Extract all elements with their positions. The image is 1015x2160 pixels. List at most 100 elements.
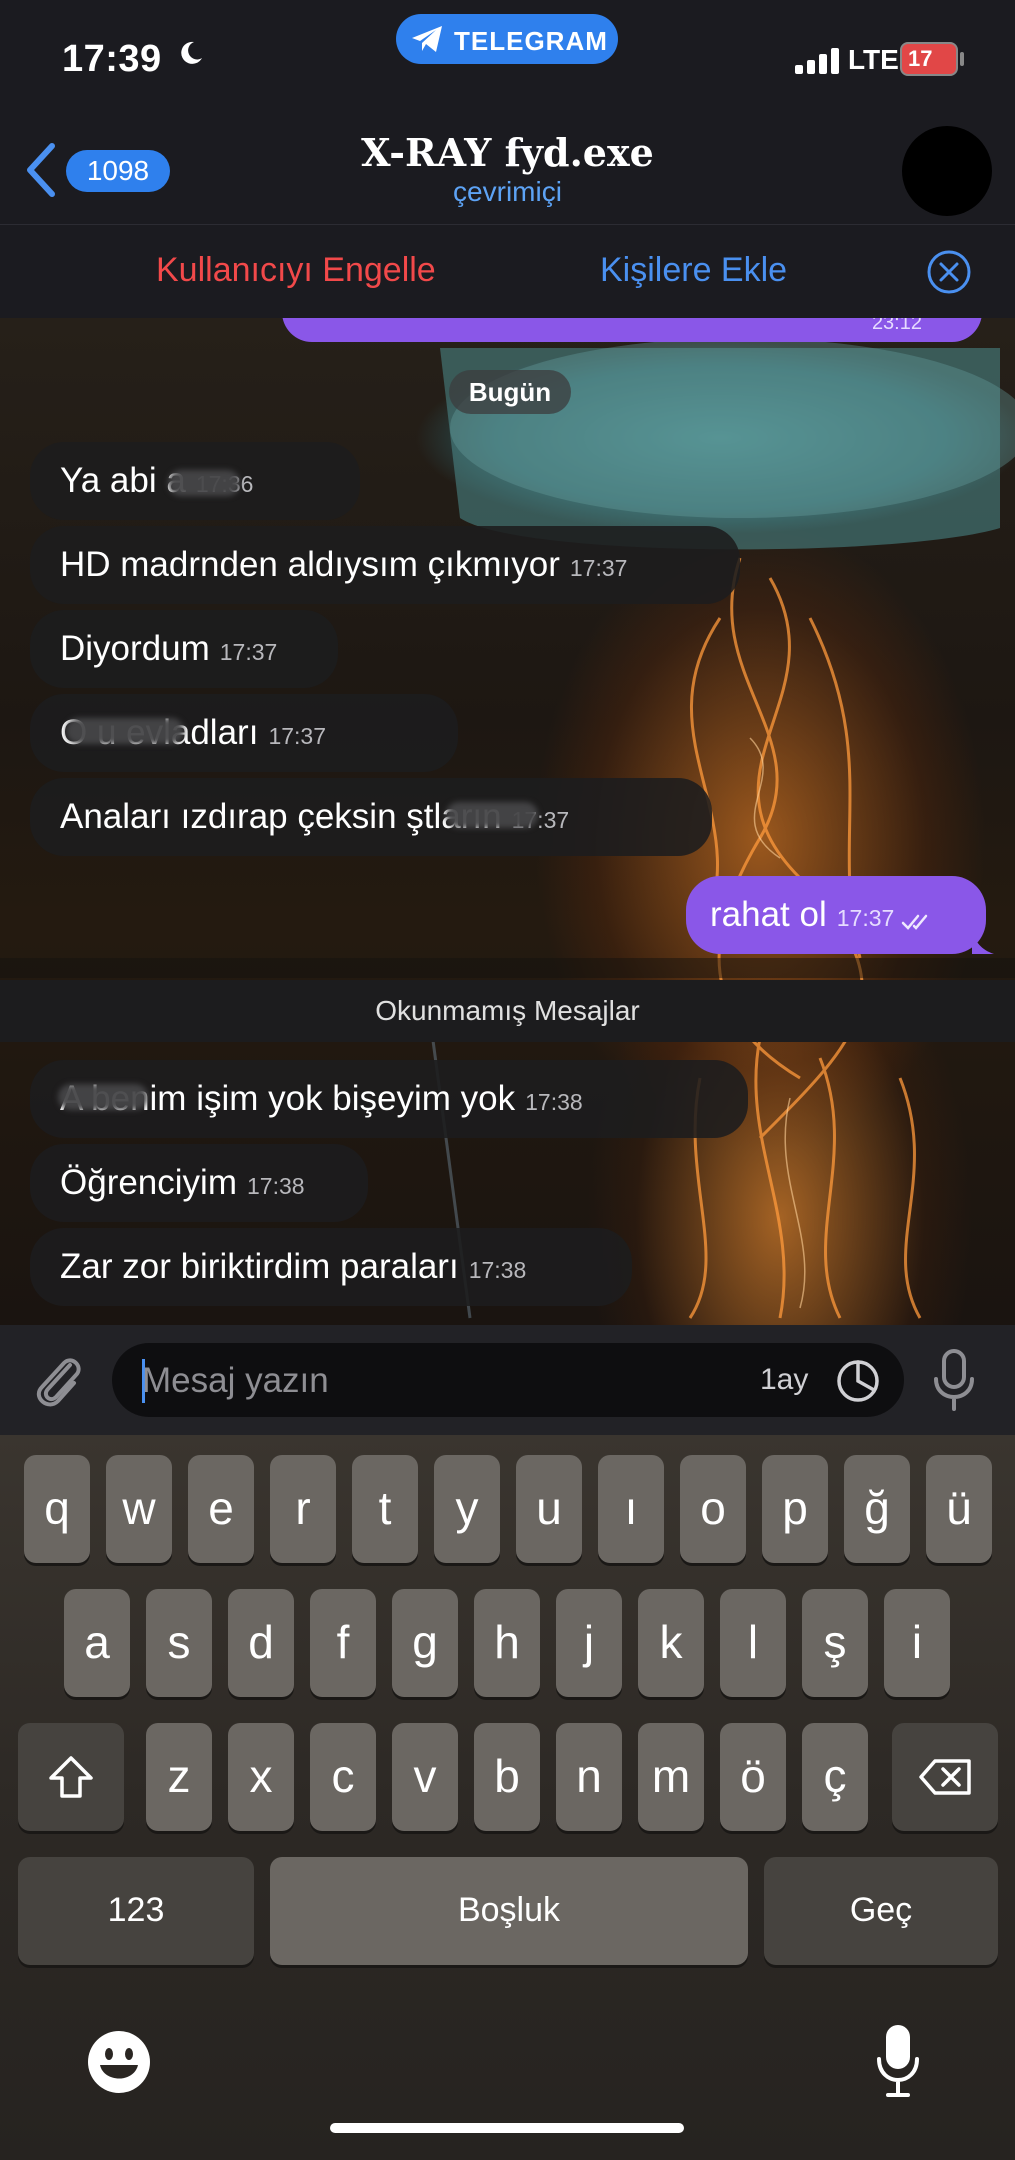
key-g-breve[interactable]: ğ <box>844 1455 910 1563</box>
network-type: LTE <box>848 44 899 75</box>
unread-messages-separator: Okunmamış Mesajlar <box>0 980 1015 1042</box>
message-text: HD madrnden aldıysım çıkmıyor <box>60 545 560 584</box>
message-text: rahat ol <box>710 895 827 934</box>
redaction-blur <box>168 470 240 496</box>
key-k[interactable]: k <box>638 1589 704 1697</box>
incoming-message[interactable]: Zar zor biriktirdim paraları 17:38 <box>30 1228 632 1306</box>
key-s-cedilla[interactable]: ş <box>802 1589 868 1697</box>
key-p[interactable]: p <box>762 1455 828 1563</box>
close-icon[interactable] <box>926 249 972 295</box>
backspace-icon <box>919 1759 971 1795</box>
key-m[interactable]: m <box>638 1723 704 1831</box>
key-o-umlaut[interactable]: ö <box>720 1723 786 1831</box>
key-l[interactable]: l <box>720 1589 786 1697</box>
microphone-icon[interactable] <box>930 1347 978 1413</box>
shift-key[interactable] <box>18 1723 124 1831</box>
message-field[interactable]: 1ay <box>112 1343 904 1417</box>
message-time: 17:38 <box>468 1257 527 1283</box>
avatar[interactable] <box>902 126 992 216</box>
message-time: 23:12 <box>871 318 922 334</box>
add-contact-button[interactable]: Kişilere Ekle <box>600 251 787 290</box>
online-status: çevrimiçi <box>453 176 562 207</box>
key-d[interactable]: d <box>228 1589 294 1697</box>
status-time: 17:39 <box>62 38 162 80</box>
key-f[interactable]: f <box>310 1589 376 1697</box>
key-a[interactable]: a <box>64 1589 130 1697</box>
moon-icon <box>181 41 202 64</box>
dictation-mic-icon[interactable] <box>876 2023 920 2099</box>
backspace-key[interactable] <box>892 1723 998 1831</box>
message-time: 17:37 <box>219 639 278 665</box>
battery-level: 17 <box>908 46 933 71</box>
message-text: Diyordum <box>60 629 210 668</box>
contact-action-bar: Kullanıcıyı Engelle Kişilere Ekle <box>0 224 1015 320</box>
auto-delete-timer-label[interactable]: 1ay <box>760 1363 808 1397</box>
incoming-message[interactable]: Diyordum 17:37 <box>30 610 338 688</box>
incoming-message[interactable]: Anaları ızdırap çeksin ştların 17:37 <box>30 778 712 856</box>
key-q[interactable]: q <box>24 1455 90 1563</box>
telegram-badge[interactable]: TELEGRAM <box>396 14 618 64</box>
shift-icon <box>49 1756 93 1798</box>
key-g[interactable]: g <box>392 1589 458 1697</box>
message-time: 17:37 <box>569 555 628 581</box>
bubble-tail <box>972 928 994 954</box>
emoji-icon[interactable] <box>86 2029 152 2095</box>
message-time: 17:37 <box>836 905 895 931</box>
date-separator: Bugün <box>449 370 571 414</box>
space-key[interactable]: Boşluk <box>270 1857 748 1965</box>
key-h[interactable]: h <box>474 1589 540 1697</box>
chat-header: 1098 X-RAY fyd.exe çevrimiçi <box>0 120 1015 224</box>
double-check-icon <box>901 914 928 930</box>
message-composer: 1ay <box>0 1325 1015 1435</box>
outgoing-message[interactable]: rahat ol 17:37 <box>686 876 986 954</box>
chat-history[interactable]: 23:12 Bugün Ya abi a17:36 HD madrnden al… <box>0 318 1015 1325</box>
message-text: Zar zor biriktirdim paraları <box>60 1247 459 1286</box>
key-v[interactable]: v <box>392 1723 458 1831</box>
previous-outgoing-bubble[interactable]: 23:12 <box>282 318 982 342</box>
key-u-umlaut[interactable]: ü <box>926 1455 992 1563</box>
key-b[interactable]: b <box>474 1723 540 1831</box>
incoming-message[interactable]: Öğrenciyim 17:38 <box>30 1144 368 1222</box>
chat-title[interactable]: X-RAY fyd.exe <box>0 130 1015 175</box>
key-j[interactable]: j <box>556 1589 622 1697</box>
message-input[interactable] <box>140 1353 704 1409</box>
paperclip-icon[interactable] <box>30 1347 86 1413</box>
keyboard: q w e r t y u ı o p ğ ü a s d f g h j k … <box>0 1435 1015 2160</box>
key-w[interactable]: w <box>106 1455 172 1563</box>
battery-icon: 17 <box>900 42 958 76</box>
redaction-blur <box>58 1084 148 1110</box>
return-key[interactable]: Geç <box>764 1857 998 1965</box>
telegram-plane-icon <box>412 26 442 52</box>
auto-delete-timer-icon[interactable] <box>834 1357 882 1405</box>
key-r[interactable]: r <box>270 1455 336 1563</box>
battery-tip <box>960 52 964 66</box>
key-y[interactable]: y <box>434 1455 500 1563</box>
key-z[interactable]: z <box>146 1723 212 1831</box>
key-x[interactable]: x <box>228 1723 294 1831</box>
key-c-cedilla[interactable]: ç <box>802 1723 868 1831</box>
key-i[interactable]: i <box>884 1589 950 1697</box>
key-t[interactable]: t <box>352 1455 418 1563</box>
key-n[interactable]: n <box>556 1723 622 1831</box>
key-s[interactable]: s <box>146 1589 212 1697</box>
message-text: Ya abi a <box>60 461 186 500</box>
status-bar: 17:39 TELEGRAM LTE 17 <box>0 0 1015 120</box>
key-o[interactable]: o <box>680 1455 746 1563</box>
key-u[interactable]: u <box>516 1455 582 1563</box>
block-user-button[interactable]: Kullanıcıyı Engelle <box>156 251 436 290</box>
message-time: 17:38 <box>246 1173 305 1199</box>
redaction-blur <box>66 718 184 744</box>
numbers-key[interactable]: 123 <box>18 1857 254 1965</box>
signal-icon <box>795 48 839 74</box>
message-time: 17:38 <box>525 1089 583 1115</box>
key-dotless-i[interactable]: ı <box>598 1455 664 1563</box>
message-text: Anaları ızdırap çeksin ştların <box>60 797 502 836</box>
telegram-badge-label: TELEGRAM <box>454 26 608 56</box>
incoming-message[interactable]: HD madrnden aldıysım çıkmıyor 17:37 <box>30 526 740 604</box>
home-indicator[interactable] <box>330 2123 684 2133</box>
key-e[interactable]: e <box>188 1455 254 1563</box>
message-text: Öğrenciyim <box>60 1163 237 1202</box>
message-time: 17:37 <box>268 723 326 749</box>
key-c[interactable]: c <box>310 1723 376 1831</box>
redaction-blur <box>446 802 538 828</box>
